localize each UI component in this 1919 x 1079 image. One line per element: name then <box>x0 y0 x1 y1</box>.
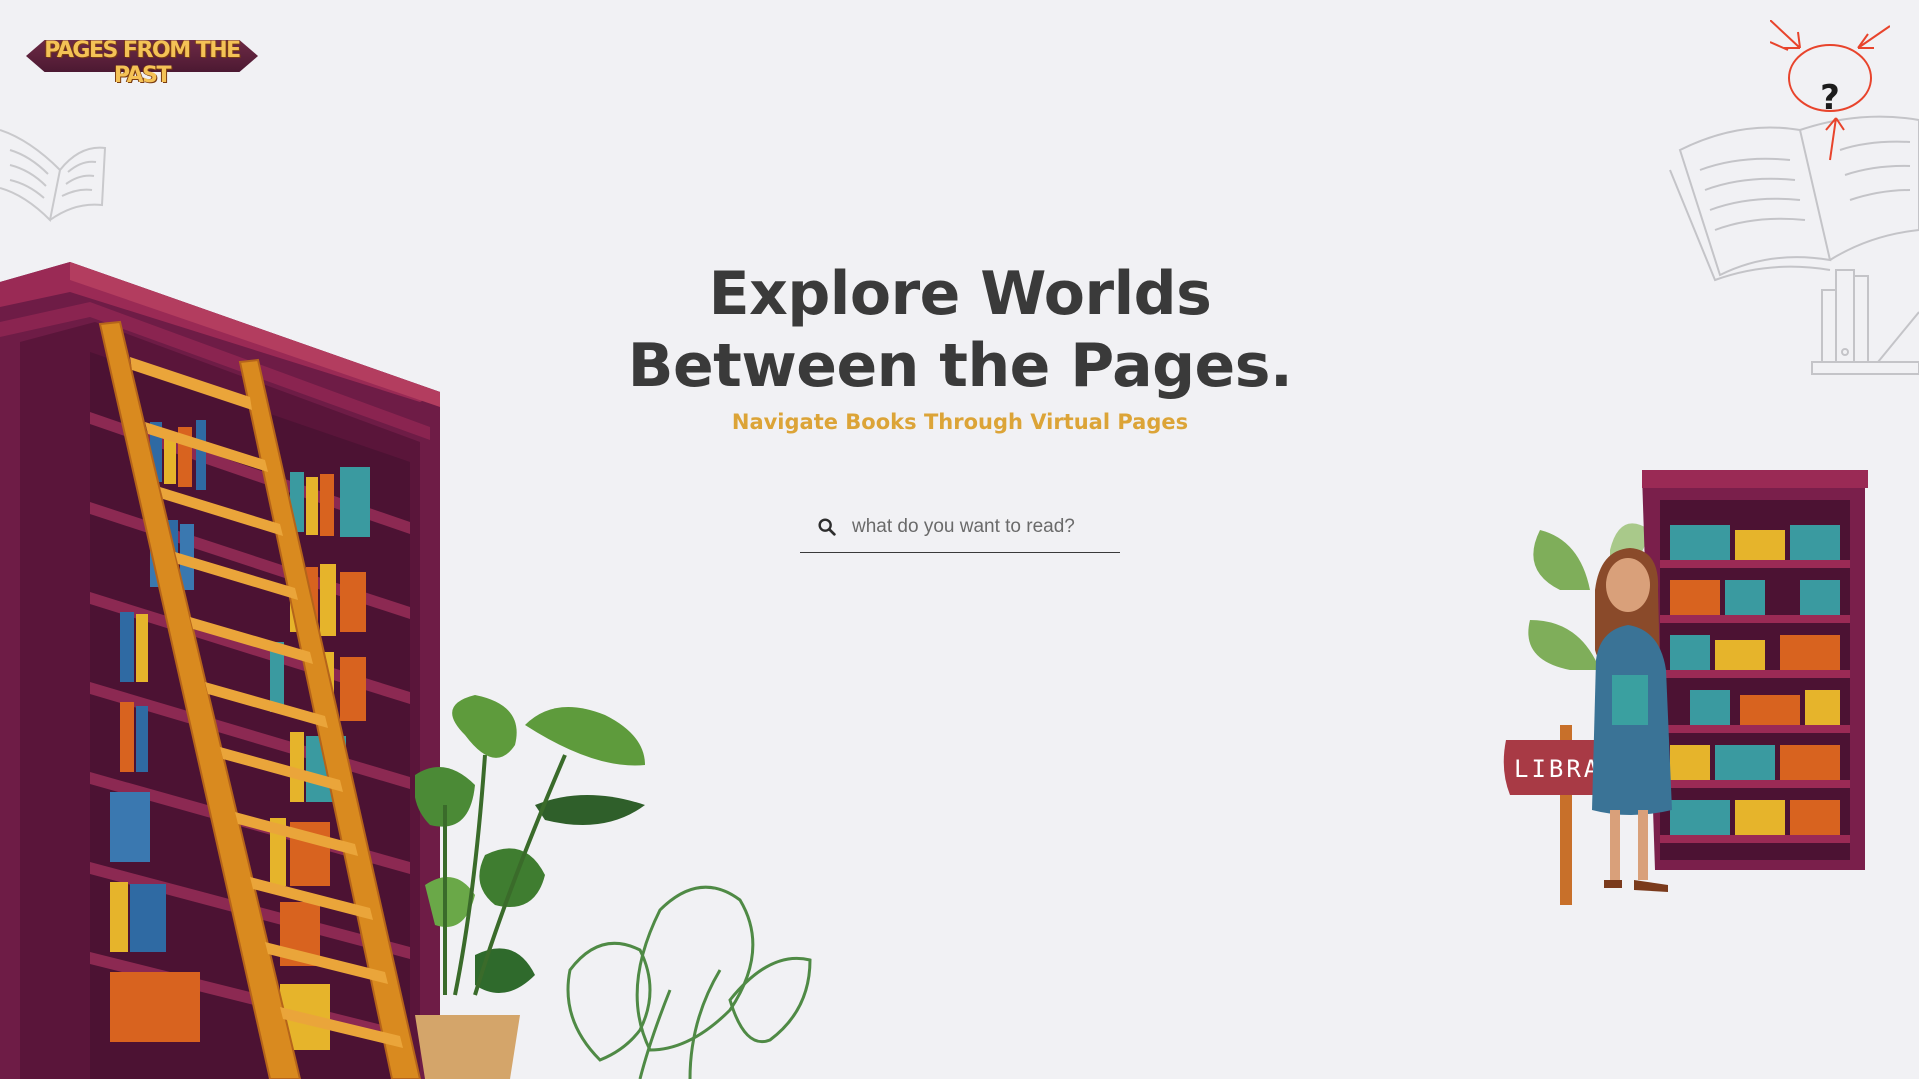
hero-title-line2: Between the Pages. <box>627 331 1293 401</box>
monstera-outline-sketch <box>566 885 812 1079</box>
hero-section: Explore Worlds Between the Pages. Naviga… <box>560 258 1360 434</box>
help-button[interactable]: ? <box>1770 20 1890 170</box>
search-input[interactable] <box>850 508 1116 546</box>
search-bar[interactable] <box>800 502 1120 553</box>
open-book-sketch-left <box>0 129 107 223</box>
search-icon <box>818 518 836 536</box>
library-sign-text: LIBRA <box>1514 755 1601 783</box>
site-logo[interactable]: PAGES FROM THE PAST <box>26 30 258 88</box>
bookshelf-with-ladder-illustration <box>0 262 440 1079</box>
hero-subtitle: Navigate Books Through Virtual Pages <box>731 410 1189 434</box>
logo-text: PAGES FROM THE PAST <box>44 38 241 88</box>
hero-title-line1: Explore Worlds <box>708 259 1212 329</box>
books-shelf-sketch <box>1811 269 1919 375</box>
library-woman-illustration: LIBRA <box>1503 470 1868 905</box>
question-mark-icon: ? <box>1820 78 1840 118</box>
